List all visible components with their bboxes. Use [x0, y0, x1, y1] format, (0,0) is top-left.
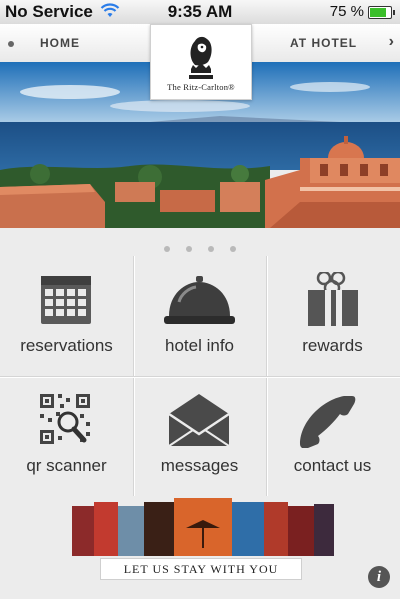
hero-pager[interactable]: [0, 239, 400, 252]
battery-percent: 75 %: [329, 3, 364, 20]
lion-crest-icon: [189, 36, 213, 79]
reservations-button[interactable]: reservations: [0, 256, 133, 376]
gift-box-icon: [308, 272, 358, 326]
messages-label: messages: [160, 456, 239, 475]
nav-at-hotel-link[interactable]: AT HOTEL: [290, 36, 357, 50]
banner-caption: LET US STAY WITH YOU: [100, 558, 302, 580]
rewards-button[interactable]: rewards: [266, 256, 399, 376]
phone-icon: [300, 396, 356, 448]
battery-icon: [368, 6, 395, 19]
info-icon[interactable]: i: [368, 566, 390, 588]
reservations-label: reservations: [20, 336, 113, 355]
contact-us-button[interactable]: contact us: [266, 376, 399, 496]
contact-us-label: contact us: [293, 456, 372, 475]
pager-dot[interactable]: [230, 246, 236, 252]
brand-logo: The Ritz-Carlton®: [150, 24, 252, 100]
qr-scanner-label: qr scanner: [26, 456, 107, 475]
rewards-label: rewards: [302, 336, 363, 355]
calendar-icon: [41, 276, 91, 324]
nav-home-link[interactable]: HOME: [40, 36, 80, 50]
qr-code-icon: [40, 394, 90, 444]
pager-dot[interactable]: [208, 246, 214, 252]
qr-scanner-button[interactable]: qr scanner: [0, 376, 133, 496]
nav-dot-icon: [8, 41, 14, 47]
brand-name: The Ritz-Carlton®: [167, 82, 235, 92]
pager-dot[interactable]: [186, 246, 192, 252]
hotel-info-label: hotel info: [165, 336, 234, 355]
chevron-right-icon[interactable]: ›: [389, 33, 394, 51]
status-bar: No Service 9:35 AM 75 %: [0, 0, 400, 24]
messages-button[interactable]: messages: [133, 376, 266, 496]
pager-dot[interactable]: [164, 246, 170, 252]
promo-banner[interactable]: LET US STAY WITH YOU: [60, 498, 340, 582]
service-bell-icon: [164, 276, 235, 324]
envelope-icon: [168, 394, 230, 447]
photo-collage: [72, 498, 334, 556]
hotel-info-button[interactable]: hotel info: [133, 256, 266, 376]
menu-grid: reservations hotel info rewards qr scann…: [0, 256, 400, 496]
